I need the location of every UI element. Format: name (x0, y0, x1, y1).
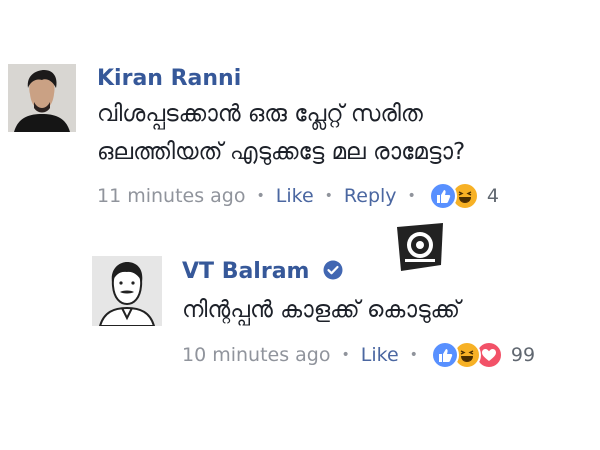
separator-dot: • (341, 347, 350, 363)
watermark-logo (393, 221, 447, 273)
comment-text-line: നിന്റപ്പൻ കാളക്ക് കൊടുക്ക് (182, 297, 461, 323)
reaction-summary[interactable] (430, 341, 503, 369)
comment-text-line: വിശപ്പടക്കാൻ ഒരു പ്ലേറ്റ് സരിത (97, 101, 423, 127)
separator-dot: • (409, 347, 418, 363)
comment-meta: 10 minutes ago • Like • 99 (182, 341, 535, 369)
reaction-count[interactable]: 4 (487, 185, 499, 207)
timestamp[interactable]: 10 minutes ago (182, 344, 331, 366)
comment-text-line: ഒലത്തിയത് എടുക്കട്ടേ മല രാമേട്ടാ? (97, 139, 466, 165)
reaction-summary[interactable] (428, 182, 479, 210)
comment-meta: 11 minutes ago • Like • Reply • 4 (97, 182, 499, 210)
like-icon (430, 341, 459, 369)
comment-author[interactable]: Kiran Ranni (97, 66, 241, 92)
like-button[interactable]: Like (361, 344, 399, 366)
reply-button[interactable]: Reply (344, 185, 397, 207)
reaction-count[interactable]: 99 (511, 344, 535, 366)
avatar-vt-balram[interactable] (92, 256, 162, 326)
profile-photo (8, 64, 76, 132)
like-button[interactable]: Like (276, 185, 314, 207)
verified-badge-icon (323, 260, 343, 280)
profile-photo (92, 256, 162, 326)
separator-dot: • (324, 188, 333, 204)
timestamp[interactable]: 11 minutes ago (97, 185, 246, 207)
like-icon (428, 182, 457, 210)
avatar-kiran-ranni[interactable] (8, 64, 76, 132)
author-name[interactable]: VT Balram (182, 259, 309, 284)
separator-dot: • (407, 188, 416, 204)
comment-author[interactable]: VT Balram (182, 259, 343, 285)
separator-dot: • (256, 188, 265, 204)
